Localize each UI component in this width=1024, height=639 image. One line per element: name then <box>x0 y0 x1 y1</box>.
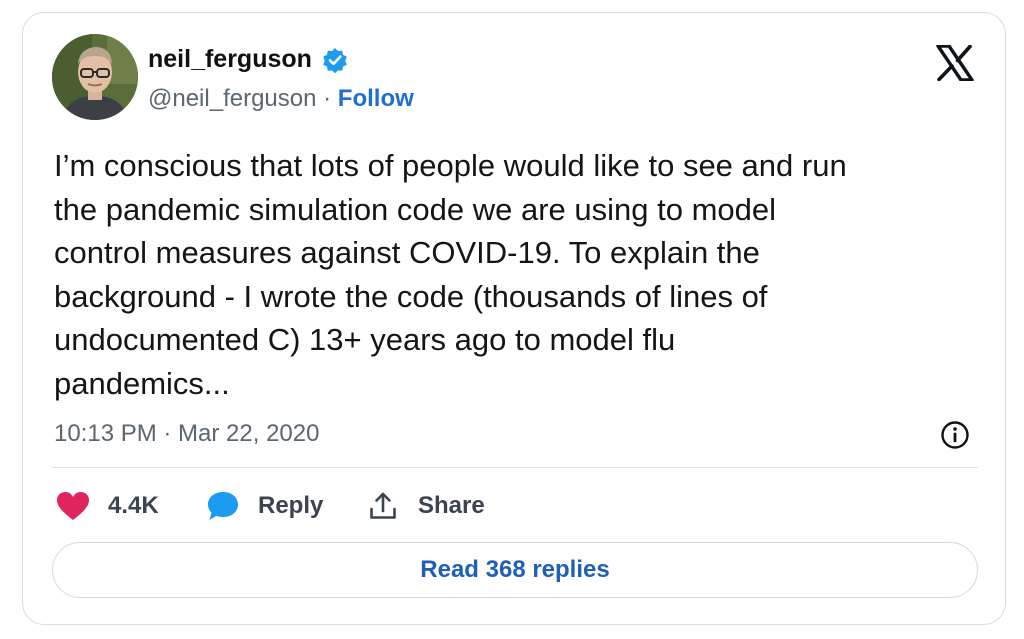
share-icon <box>370 492 396 519</box>
reply-button[interactable]: Reply <box>206 488 323 524</box>
verified-badge-icon <box>323 48 347 73</box>
heart-icon <box>57 492 89 520</box>
like-button[interactable]: 4.4K <box>56 488 159 524</box>
avatar[interactable] <box>52 34 138 120</box>
timestamp[interactable]: 10:13 PM · Mar 22, 2020 <box>54 419 319 449</box>
tweet-text: I’m conscious that lots of people would … <box>54 148 847 401</box>
x-logo-icon[interactable] <box>936 45 974 81</box>
reply-label: Reply <box>258 492 324 519</box>
read-replies-button[interactable]: Read 368 replies <box>52 542 978 598</box>
separator: · <box>316 85 338 112</box>
handle[interactable]: @neil_ferguson <box>148 85 316 112</box>
like-count: 4.4K <box>108 492 159 519</box>
share-label: Share <box>418 492 485 519</box>
info-icon[interactable] <box>940 420 970 450</box>
profile-photo-icon <box>52 34 138 120</box>
reply-bubble-icon <box>208 492 238 520</box>
follow-link[interactable]: Follow <box>338 85 414 112</box>
share-button[interactable]: Share <box>368 488 485 524</box>
display-name[interactable]: neil_ferguson <box>148 43 312 75</box>
divider <box>52 467 978 468</box>
handle-line: @neil_ferguson · Follow <box>148 84 414 114</box>
